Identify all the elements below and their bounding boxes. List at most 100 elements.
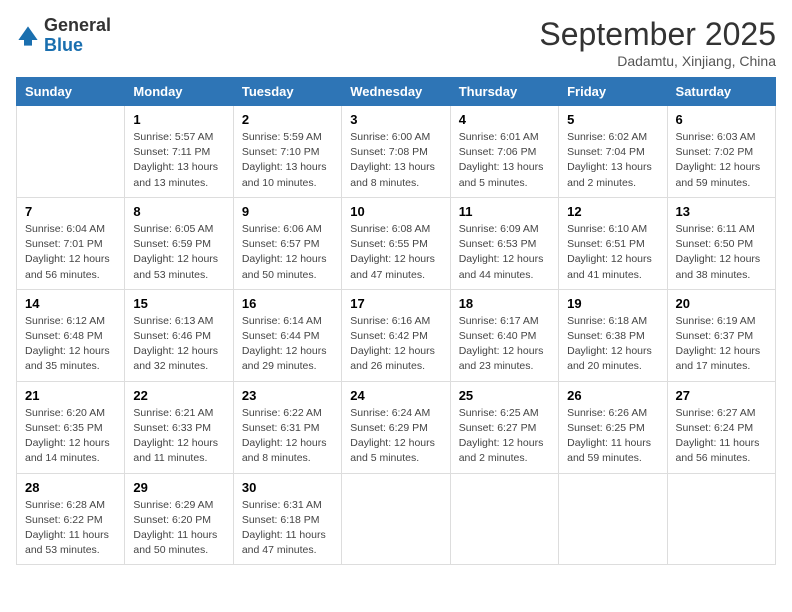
- day-number: 14: [25, 296, 116, 311]
- day-number: 16: [242, 296, 333, 311]
- cell-content: Sunrise: 6:14 AMSunset: 6:44 PMDaylight:…: [242, 314, 333, 375]
- day-number: 25: [459, 388, 550, 403]
- day-number: 6: [676, 112, 767, 127]
- day-header-tuesday: Tuesday: [233, 78, 341, 106]
- calendar-cell: 11Sunrise: 6:09 AMSunset: 6:53 PMDayligh…: [450, 197, 558, 289]
- calendar-week-row: 1 Sunrise: 5:57 AMSunset: 7:11 PMDaylight…: [17, 106, 776, 198]
- day-header-thursday: Thursday: [450, 78, 558, 106]
- day-number: 19: [567, 296, 658, 311]
- day-number: 20: [676, 296, 767, 311]
- calendar-table: SundayMondayTuesdayWednesdayThursdayFrid…: [16, 77, 776, 565]
- calendar-cell: 8 Sunrise: 6:05 AMSunset: 6:59 PMDaylight…: [125, 197, 233, 289]
- cell-content: Sunrise: 6:04 AMSunset: 7:01 PMDaylight:…: [25, 222, 116, 283]
- day-number: 12: [567, 204, 658, 219]
- cell-content: Sunrise: 6:19 AMSunset: 6:37 PMDaylight:…: [676, 314, 767, 375]
- day-number: 5: [567, 112, 658, 127]
- day-number: 9: [242, 204, 333, 219]
- cell-content: Sunrise: 5:57 AMSunset: 7:11 PMDaylight:…: [133, 130, 224, 191]
- calendar-cell: [342, 473, 450, 565]
- calendar-cell: 19Sunrise: 6:18 AMSunset: 6:38 PMDayligh…: [559, 289, 667, 381]
- cell-content: Sunrise: 6:31 AMSunset: 6:18 PMDaylight:…: [242, 498, 333, 559]
- cell-content: Sunrise: 6:08 AMSunset: 6:55 PMDaylight:…: [350, 222, 441, 283]
- day-number: 2: [242, 112, 333, 127]
- calendar-cell: [559, 473, 667, 565]
- cell-content: Sunrise: 6:17 AMSunset: 6:40 PMDaylight:…: [459, 314, 550, 375]
- cell-content: Sunrise: 6:20 AMSunset: 6:35 PMDaylight:…: [25, 406, 116, 467]
- calendar-cell: [667, 473, 775, 565]
- calendar-cell: 30 Sunrise: 6:31 AMSunset: 6:18 PMDayligh…: [233, 473, 341, 565]
- cell-content: Sunrise: 6:03 AMSunset: 7:02 PMDaylight:…: [676, 130, 767, 191]
- calendar-cell: 23 Sunrise: 6:22 AMSunset: 6:31 PMDayligh…: [233, 381, 341, 473]
- day-number: 3: [350, 112, 441, 127]
- day-header-friday: Friday: [559, 78, 667, 106]
- day-number: 23: [242, 388, 333, 403]
- calendar-cell: 25Sunrise: 6:25 AMSunset: 6:27 PMDayligh…: [450, 381, 558, 473]
- calendar-cell: 5 Sunrise: 6:02 AMSunset: 7:04 PMDaylight…: [559, 106, 667, 198]
- logo-blue: Blue: [44, 35, 83, 55]
- day-header-sunday: Sunday: [17, 78, 125, 106]
- calendar-cell: 2 Sunrise: 5:59 AMSunset: 7:10 PMDaylight…: [233, 106, 341, 198]
- day-number: 24: [350, 388, 441, 403]
- calendar-cell: 12 Sunrise: 6:10 AMSunset: 6:51 PMDayligh…: [559, 197, 667, 289]
- logo-text: General Blue: [44, 16, 111, 56]
- logo-icon: [16, 24, 40, 48]
- cell-content: Sunrise: 6:06 AMSunset: 6:57 PMDaylight:…: [242, 222, 333, 283]
- calendar-cell: [450, 473, 558, 565]
- cell-content: Sunrise: 6:28 AMSunset: 6:22 PMDaylight:…: [25, 498, 116, 559]
- day-number: 10: [350, 204, 441, 219]
- cell-content: Sunrise: 6:12 AMSunset: 6:48 PMDaylight:…: [25, 314, 116, 375]
- day-number: 4: [459, 112, 550, 127]
- title-block: September 2025 Dadamtu, Xinjiang, China: [539, 16, 776, 69]
- cell-content: Sunrise: 6:27 AMSunset: 6:24 PMDaylight:…: [676, 406, 767, 467]
- day-number: 26: [567, 388, 658, 403]
- calendar-cell: 16 Sunrise: 6:14 AMSunset: 6:44 PMDayligh…: [233, 289, 341, 381]
- cell-content: Sunrise: 6:02 AMSunset: 7:04 PMDaylight:…: [567, 130, 658, 191]
- cell-content: Sunrise: 5:59 AMSunset: 7:10 PMDaylight:…: [242, 130, 333, 191]
- logo: General Blue: [16, 16, 111, 56]
- calendar-cell: 20 Sunrise: 6:19 AMSunset: 6:37 PMDayligh…: [667, 289, 775, 381]
- calendar-cell: 22 Sunrise: 6:21 AMSunset: 6:33 PMDayligh…: [125, 381, 233, 473]
- day-header-wednesday: Wednesday: [342, 78, 450, 106]
- page-header: General Blue September 2025 Dadamtu, Xin…: [16, 16, 776, 69]
- day-number: 17: [350, 296, 441, 311]
- cell-content: Sunrise: 6:13 AMSunset: 6:46 PMDaylight:…: [133, 314, 224, 375]
- day-number: 7: [25, 204, 116, 219]
- calendar-cell: 1 Sunrise: 5:57 AMSunset: 7:11 PMDaylight…: [125, 106, 233, 198]
- cell-content: Sunrise: 6:22 AMSunset: 6:31 PMDaylight:…: [242, 406, 333, 467]
- day-number: 29: [133, 480, 224, 495]
- day-header-monday: Monday: [125, 78, 233, 106]
- calendar-cell: 18 Sunrise: 6:17 AMSunset: 6:40 PMDayligh…: [450, 289, 558, 381]
- cell-content: Sunrise: 6:29 AMSunset: 6:20 PMDaylight:…: [133, 498, 224, 559]
- calendar-cell: 15Sunrise: 6:13 AMSunset: 6:46 PMDayligh…: [125, 289, 233, 381]
- calendar-cell: 28 Sunrise: 6:28 AMSunset: 6:22 PMDayligh…: [17, 473, 125, 565]
- cell-content: Sunrise: 6:00 AMSunset: 7:08 PMDaylight:…: [350, 130, 441, 191]
- calendar-cell: 3 Sunrise: 6:00 AMSunset: 7:08 PMDaylight…: [342, 106, 450, 198]
- day-number: 30: [242, 480, 333, 495]
- day-number: 1: [133, 112, 224, 127]
- day-number: 22: [133, 388, 224, 403]
- cell-content: Sunrise: 6:01 AMSunset: 7:06 PMDaylight:…: [459, 130, 550, 191]
- calendar-cell: 6 Sunrise: 6:03 AMSunset: 7:02 PMDaylight…: [667, 106, 775, 198]
- cell-content: Sunrise: 6:10 AMSunset: 6:51 PMDaylight:…: [567, 222, 658, 283]
- day-number: 28: [25, 480, 116, 495]
- calendar-cell: [17, 106, 125, 198]
- calendar-cell: 21 Sunrise: 6:20 AMSunset: 6:35 PMDayligh…: [17, 381, 125, 473]
- cell-content: Sunrise: 6:09 AMSunset: 6:53 PMDaylight:…: [459, 222, 550, 283]
- calendar-week-row: 21 Sunrise: 6:20 AMSunset: 6:35 PMDayligh…: [17, 381, 776, 473]
- day-number: 8: [133, 204, 224, 219]
- cell-content: Sunrise: 6:05 AMSunset: 6:59 PMDaylight:…: [133, 222, 224, 283]
- logo-general: General: [44, 15, 111, 35]
- calendar-cell: 10 Sunrise: 6:08 AMSunset: 6:55 PMDayligh…: [342, 197, 450, 289]
- cell-content: Sunrise: 6:21 AMSunset: 6:33 PMDaylight:…: [133, 406, 224, 467]
- day-number: 27: [676, 388, 767, 403]
- day-number: 21: [25, 388, 116, 403]
- calendar-cell: 13Sunrise: 6:11 AMSunset: 6:50 PMDayligh…: [667, 197, 775, 289]
- cell-content: Sunrise: 6:16 AMSunset: 6:42 PMDaylight:…: [350, 314, 441, 375]
- day-number: 18: [459, 296, 550, 311]
- calendar-cell: 4 Sunrise: 6:01 AMSunset: 7:06 PMDaylight…: [450, 106, 558, 198]
- calendar-cell: 17 Sunrise: 6:16 AMSunset: 6:42 PMDayligh…: [342, 289, 450, 381]
- day-number: 13: [676, 204, 767, 219]
- day-header-saturday: Saturday: [667, 78, 775, 106]
- location-subtitle: Dadamtu, Xinjiang, China: [539, 53, 776, 69]
- calendar-week-row: 28 Sunrise: 6:28 AMSunset: 6:22 PMDayligh…: [17, 473, 776, 565]
